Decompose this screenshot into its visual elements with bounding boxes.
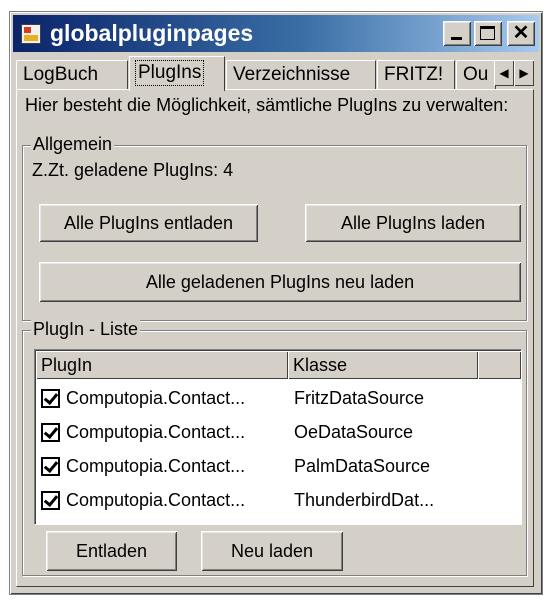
plugin-class: OeDataSource (294, 422, 414, 442)
list-item[interactable]: Computopia.Contact... OeDataSource (36, 416, 521, 449)
tab-verzeichnisse[interactable]: Verzeichnisse (226, 60, 376, 90)
reload-button[interactable]: Neu laden (201, 531, 343, 571)
unload-all-button[interactable]: Alle PlugIns entladen (39, 204, 258, 242)
reload-all-button[interactable]: Alle geladenen PlugIns neu laden (39, 262, 521, 302)
plugin-name: Computopia.Contact... (66, 422, 246, 442)
list-header: PlugIn Klasse (36, 351, 521, 379)
triangle-right-icon: ▶ (519, 66, 529, 80)
unload-button[interactable]: Entladen (46, 531, 177, 571)
main-window: globalpluginpages ✕ LogBuch PlugIns Verz… (9, 11, 543, 595)
tab-strip: LogBuch PlugIns Verzeichnisse FRITZ! Ou … (16, 56, 534, 91)
column-header-empty[interactable] (478, 351, 521, 379)
close-button[interactable]: ✕ (507, 21, 535, 46)
plugin-class: PalmDataSource (294, 456, 431, 476)
tab-plugins[interactable]: PlugIns (129, 56, 225, 91)
plugin-list-group: PlugIn - Liste PlugIn Klasse Computopia.… (22, 319, 527, 576)
tab-outlook[interactable]: Ou (456, 60, 496, 90)
tab-scroll: ◀ ▶ (494, 60, 534, 86)
plugin-class: FritzDataSource (294, 388, 425, 408)
checkbox[interactable] (41, 491, 60, 510)
checkbox[interactable] (41, 457, 60, 476)
general-group: Allgemein Z.Zt. geladene PlugIns: 4 Alle… (22, 134, 527, 321)
minimize-icon (451, 37, 462, 40)
list-item[interactable]: Computopia.Contact... ThunderbirdDat... (36, 484, 521, 517)
minimize-button[interactable] (443, 21, 471, 46)
plugins-page: Hier besteht die Möglichkeit, sämtliche … (16, 89, 534, 587)
app-icon (21, 24, 41, 44)
loaded-plugins-label: Z.Zt. geladene PlugIns: 4 (32, 160, 234, 180)
plugin-listview[interactable]: PlugIn Klasse Computopia.Contact... Frit… (34, 349, 522, 525)
window-title: globalpluginpages (50, 20, 254, 46)
close-icon: ✕ (512, 22, 530, 44)
checkbox[interactable] (41, 389, 60, 408)
tab-scroll-right-button[interactable]: ▶ (514, 60, 534, 86)
maximize-button[interactable] (474, 21, 502, 46)
load-all-button[interactable]: Alle PlugIns laden (305, 204, 521, 242)
checkbox[interactable] (41, 423, 60, 442)
plugin-name: Computopia.Contact... (66, 490, 246, 510)
plugin-name: Computopia.Contact... (66, 456, 246, 476)
plugin-name: Computopia.Contact... (66, 388, 246, 408)
general-legend: Allgemein (31, 134, 115, 155)
tab-logbuch[interactable]: LogBuch (16, 60, 128, 90)
triangle-left-icon: ◀ (499, 66, 509, 80)
maximize-icon (480, 26, 495, 40)
column-header-plugin[interactable]: PlugIn (36, 351, 288, 379)
plugin-list-legend: PlugIn - Liste (31, 319, 141, 340)
page-description: Hier besteht die Möglichkeit, sämtliche … (25, 95, 509, 115)
plugin-class: ThunderbirdDat... (294, 490, 435, 510)
list-item[interactable]: Computopia.Contact... PalmDataSource (36, 450, 521, 483)
tab-fritz[interactable]: FRITZ! (377, 60, 455, 90)
tab-scroll-left-button[interactable]: ◀ (494, 60, 514, 86)
column-header-class[interactable]: Klasse (288, 351, 478, 379)
title-bar: globalpluginpages ✕ (13, 15, 539, 52)
list-item[interactable]: Computopia.Contact... FritzDataSource (36, 382, 521, 415)
